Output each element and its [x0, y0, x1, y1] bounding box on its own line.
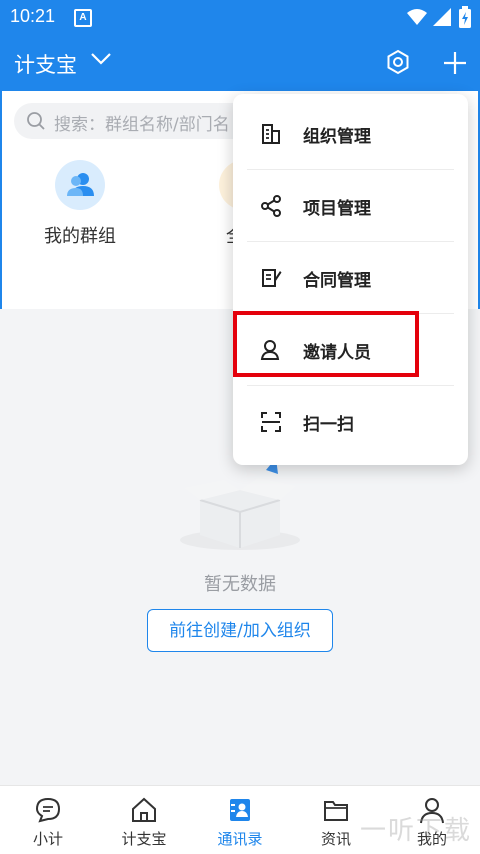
- group-icon: [55, 160, 105, 210]
- highlight-box: [233, 311, 419, 377]
- menu-label: 项目管理: [303, 199, 371, 219]
- chat-icon: [35, 797, 61, 823]
- empty-state-text: 暂无数据: [204, 574, 276, 595]
- tab-contacts[interactable]: 通讯录: [192, 786, 288, 854]
- tab-label: 通讯录: [217, 830, 263, 848]
- scan-icon: [261, 412, 281, 432]
- app-bar: 计支宝: [0, 34, 480, 91]
- status-time: 10:21: [10, 6, 56, 26]
- menu-item-contract-management[interactable]: 合同管理: [233, 242, 468, 314]
- menu-label: 扫一扫: [303, 415, 354, 435]
- menu-item-project-management[interactable]: 项目管理: [233, 170, 468, 242]
- search-placeholder: 搜索：群组名称/部门名: [54, 115, 230, 135]
- contacts-icon: [230, 799, 250, 821]
- search-icon: [27, 112, 45, 130]
- entry-label: 我的群组: [44, 226, 116, 247]
- app-title[interactable]: 计支宝: [14, 49, 77, 79]
- menu-label: 组织管理: [303, 127, 371, 147]
- menu-item-scan[interactable]: 扫一扫: [233, 386, 468, 458]
- tab-xiaoji[interactable]: 小计: [0, 786, 96, 854]
- building-icon: [262, 124, 280, 144]
- battery-icon: [459, 6, 471, 28]
- create-join-org-button[interactable]: 前往创建/加入组织: [147, 609, 333, 652]
- notification-badge: A: [74, 9, 92, 27]
- signal-icon: [433, 8, 451, 26]
- contract-icon: [262, 269, 282, 287]
- menu-label: 合同管理: [303, 271, 371, 291]
- tab-label: 小计: [32, 830, 63, 848]
- status-bar: 10:21 A: [0, 0, 480, 34]
- dropdown-menu: 组织管理 项目管理 合同管理 邀请人员 扫一扫: [233, 94, 468, 465]
- menu-item-org-management[interactable]: 组织管理: [233, 98, 468, 170]
- wifi-icon: [407, 9, 427, 25]
- watermark: 一听下载: [359, 816, 472, 846]
- tab-label: 计支宝: [121, 830, 167, 848]
- tab-jizhibao[interactable]: 计支宝: [96, 786, 192, 854]
- gear-icon[interactable]: [385, 49, 411, 75]
- share-icon: [261, 195, 281, 217]
- folder-icon: [324, 801, 348, 821]
- entry-my-groups[interactable]: 我的群组: [20, 160, 140, 248]
- plus-icon[interactable]: [442, 50, 468, 76]
- home-icon: [132, 797, 156, 822]
- chevron-down-icon[interactable]: [90, 51, 112, 67]
